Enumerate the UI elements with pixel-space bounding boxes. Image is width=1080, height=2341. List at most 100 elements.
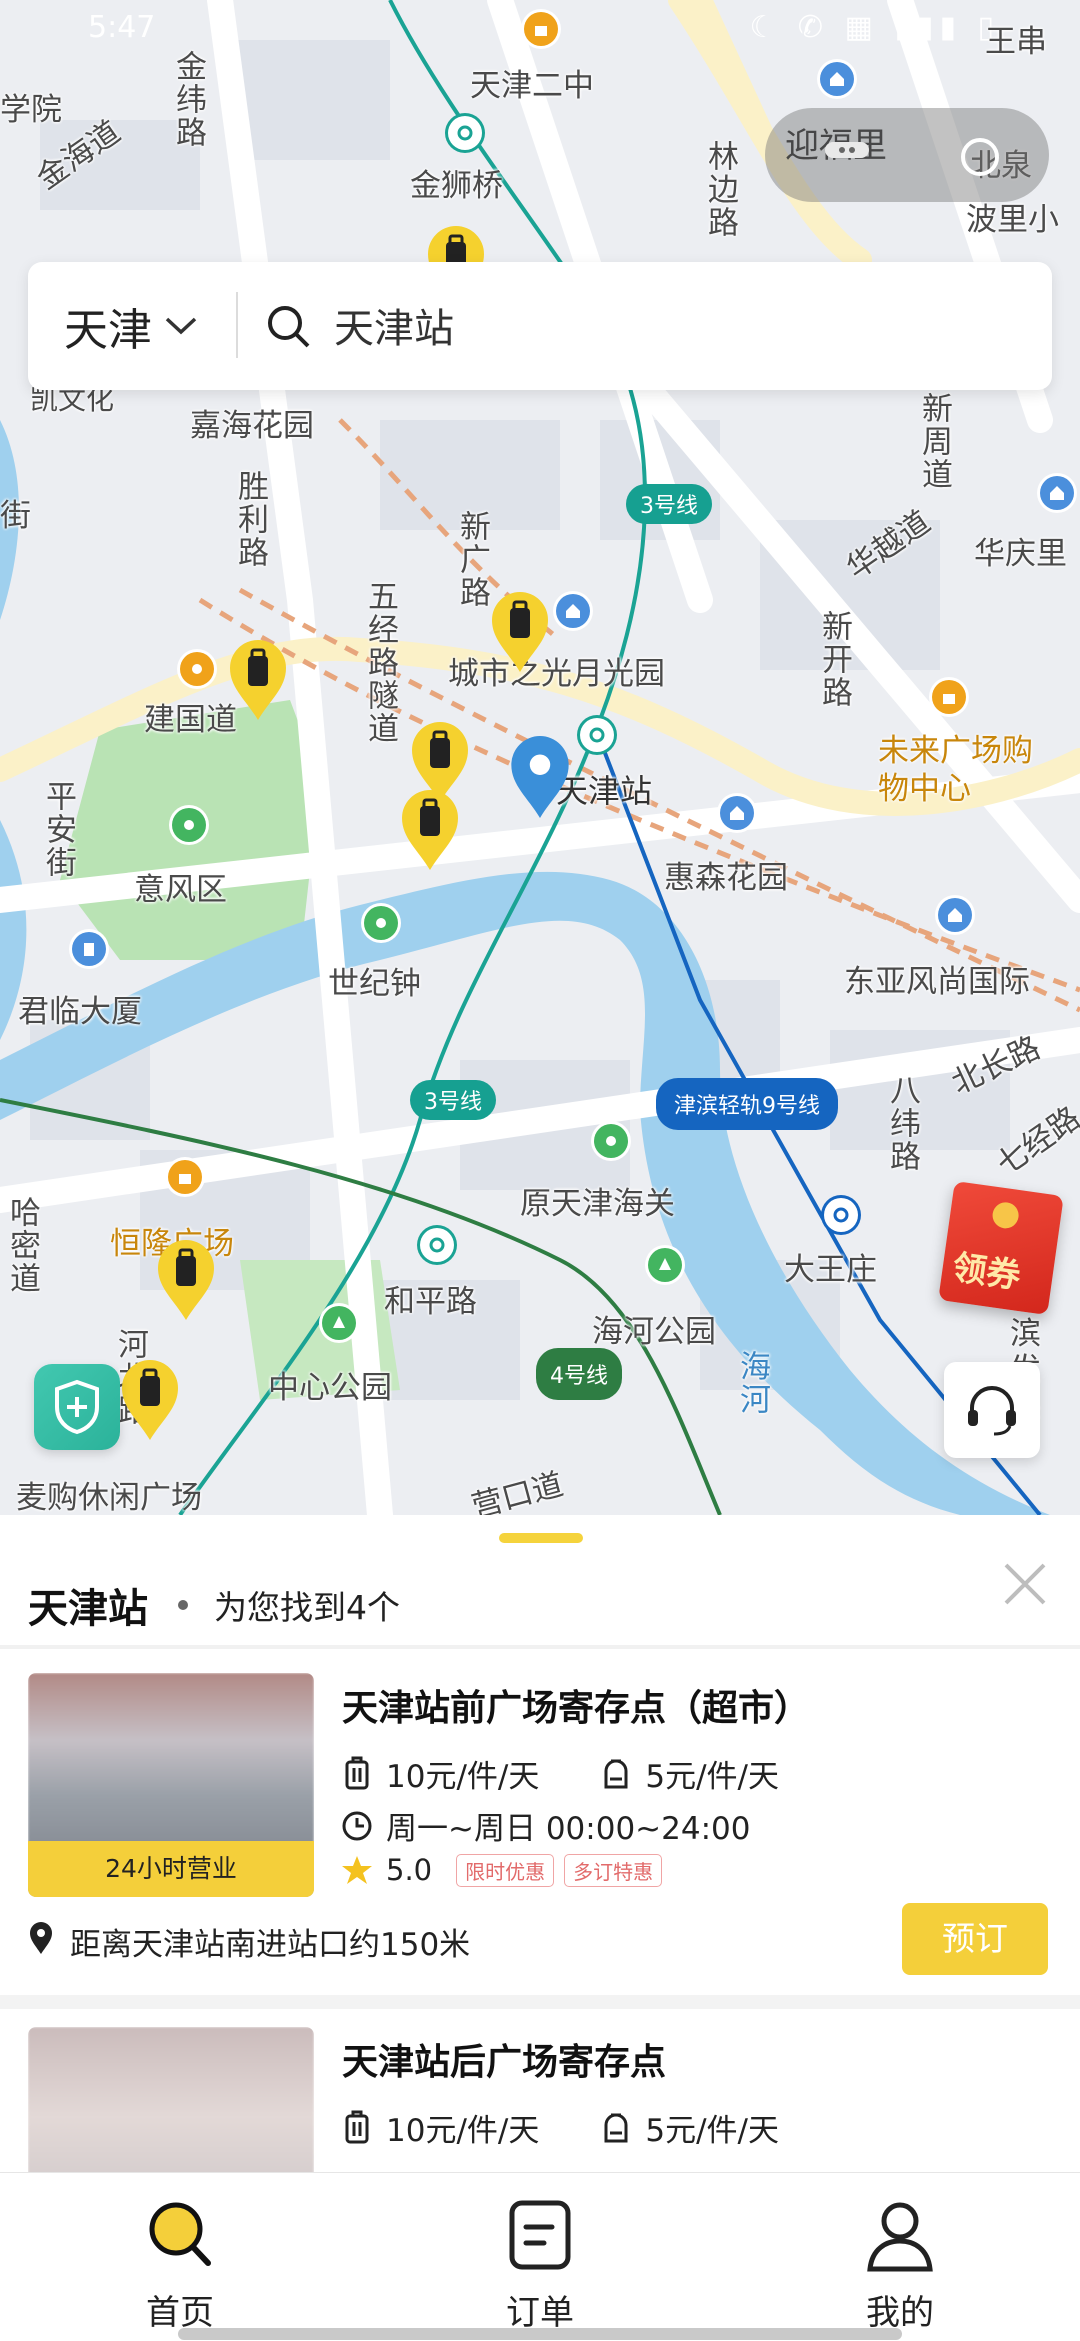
- map-label: 和平路: [384, 1284, 477, 1320]
- open-hours-badge: 24小时营业: [28, 1841, 314, 1897]
- map-label: 大王庄: [784, 1252, 877, 1288]
- results-sheet[interactable]: 天津站 为您找到4个 24小时营业 天津站前广场寄存点（超市） 10元/件/天 …: [0, 1515, 1080, 2175]
- coupon-seal-icon: [990, 1200, 1021, 1231]
- map-label: 华庆里: [974, 536, 1067, 572]
- metro-line-badge: 4号线: [536, 1348, 622, 1400]
- user-icon: [867, 2202, 933, 2272]
- tab-home[interactable]: 首页: [80, 2195, 280, 2334]
- metro-line-badge: 3号线: [410, 1080, 496, 1120]
- tab-orders[interactable]: 订单: [440, 2195, 640, 2334]
- city-selector[interactable]: 天津: [64, 294, 198, 358]
- storage-point-marker[interactable]: [118, 1356, 182, 1442]
- storage-point-marker[interactable]: [226, 636, 290, 722]
- location-pin-icon: [508, 734, 569, 818]
- park-icon: [648, 1248, 682, 1282]
- business-hours: 周一~周日 00:00~24:00: [386, 1811, 751, 1847]
- search-icon: [149, 2202, 211, 2266]
- luggage-icon: [340, 1756, 374, 1791]
- insurance-button[interactable]: [34, 1364, 120, 1450]
- tab-label: 首页: [146, 2293, 214, 2333]
- metro-station-icon: [448, 116, 482, 150]
- coupon-label: 领券: [950, 1247, 1023, 1297]
- scenic-icon: [594, 1124, 628, 1158]
- rating-row: 5.0 限时优惠 多订特惠: [340, 1853, 663, 1887]
- chevron-down-icon: [165, 317, 197, 335]
- promo-tag: 限时优惠: [456, 1853, 555, 1887]
- tab-label: 我的: [866, 2293, 934, 2333]
- search-bar[interactable]: 天津 天津站: [28, 262, 1052, 390]
- map-label: 平安街: [40, 780, 76, 879]
- residential-icon: [556, 594, 590, 628]
- search-input[interactable]: 天津站: [334, 296, 454, 354]
- shield-icon: [55, 1379, 99, 1435]
- small-item-price: 5元/件/天: [645, 1759, 779, 1795]
- storage-card[interactable]: 24小时营业 天津站前广场寄存点（超市） 10元/件/天 5元/件/天 周一~周…: [0, 1673, 1080, 1993]
- scenic-icon: [172, 808, 206, 842]
- map-label: 嘉海花园: [190, 408, 314, 444]
- tab-profile[interactable]: 我的: [800, 2195, 1000, 2334]
- map-label: 意风区: [134, 872, 227, 908]
- coupon-button[interactable]: 领券: [938, 1180, 1064, 1316]
- location-chip[interactable]: 迎福里: [765, 108, 1049, 202]
- metro-station-icon: [580, 718, 614, 752]
- sheet-title: 天津站: [28, 1586, 148, 1632]
- map-label: 君临大厦: [18, 994, 142, 1030]
- sheet-handle[interactable]: [499, 1533, 583, 1543]
- rating-value: 5.0: [386, 1853, 433, 1887]
- scenic-icon: [364, 906, 398, 940]
- backpack-icon: [599, 2111, 633, 2145]
- separator-dot: [178, 1600, 188, 1610]
- bottom-tab-bar: 首页 订单 我的: [0, 2172, 1080, 2341]
- map-label: 街: [0, 498, 31, 534]
- tab-label: 订单: [506, 2293, 574, 2333]
- close-icon[interactable]: [1000, 1559, 1050, 1609]
- metro-line-badge: 3号线: [626, 484, 712, 524]
- more-icon[interactable]: [825, 142, 869, 158]
- metro-station-icon: [824, 1198, 858, 1232]
- storage-name: 天津站前广场寄存点（超市）: [342, 1688, 811, 1729]
- home-indicator: [178, 2328, 902, 2340]
- map-label: 八纬路: [884, 1074, 920, 1173]
- status-time: 5:47: [88, 10, 156, 45]
- order-list-icon: [509, 2200, 571, 2270]
- residential-icon: [820, 62, 854, 96]
- storage-point-marker[interactable]: [398, 786, 462, 872]
- book-button[interactable]: 预订: [902, 1903, 1048, 1975]
- headset-icon: [968, 1386, 1016, 1436]
- metro-station-icon: [420, 1228, 454, 1262]
- divider: [236, 292, 238, 358]
- map-label: 世纪钟: [328, 966, 421, 1002]
- map-label: 新开路: [816, 610, 852, 709]
- map-label: 王串: [985, 24, 1047, 60]
- price-row: 10元/件/天 5元/件/天: [340, 2105, 779, 2150]
- storage-point-marker[interactable]: [488, 588, 552, 674]
- distance-text: 距离天津站南进站口约150米: [70, 1927, 471, 1963]
- building-icon: [72, 932, 106, 966]
- storage-point-marker[interactable]: [154, 1236, 218, 1322]
- map-label: 麦购休闲广场: [16, 1480, 202, 1515]
- map-label: 林边路: [702, 140, 738, 239]
- map-label: 城市之光月光园: [448, 656, 665, 692]
- city-label: 天津: [64, 305, 152, 356]
- map-label: 海河: [734, 1350, 770, 1416]
- divider: [0, 1645, 1080, 1649]
- sheet-header: 天津站 为您找到4个: [28, 1565, 400, 1645]
- residential-icon: [720, 796, 754, 830]
- luggage-icon: [340, 2110, 374, 2145]
- park-icon: [322, 1306, 356, 1340]
- star-icon: [340, 1853, 374, 1887]
- status-icons: ☾ ✆ ▦ ▮▮▮ ▯: [749, 10, 1000, 45]
- storage-name: 天津站后广场寄存点: [342, 2042, 667, 2083]
- customer-service-button[interactable]: [944, 1362, 1040, 1458]
- map-label: 新周道: [916, 392, 952, 491]
- storage-photo: 24小时营业: [28, 1673, 314, 1897]
- record-icon[interactable]: [961, 138, 999, 176]
- storage-card[interactable]: 天津站后广场寄存点 10元/件/天 5元/件/天: [0, 2027, 1080, 2175]
- map-label: 中心公园: [268, 1370, 392, 1406]
- map-view[interactable]: 5:47 ☾ ✆ ▦ ▮▮▮ ▯ 天津二中 金狮桥 王串 学院 金海道 金纬路 …: [0, 0, 1080, 1515]
- clock-icon: [340, 1809, 374, 1843]
- large-item-price: 10元/件/天: [386, 2113, 540, 2149]
- school-icon: [524, 12, 558, 46]
- search-icon: [268, 306, 310, 348]
- price-row: 10元/件/天 5元/件/天: [340, 1751, 779, 1796]
